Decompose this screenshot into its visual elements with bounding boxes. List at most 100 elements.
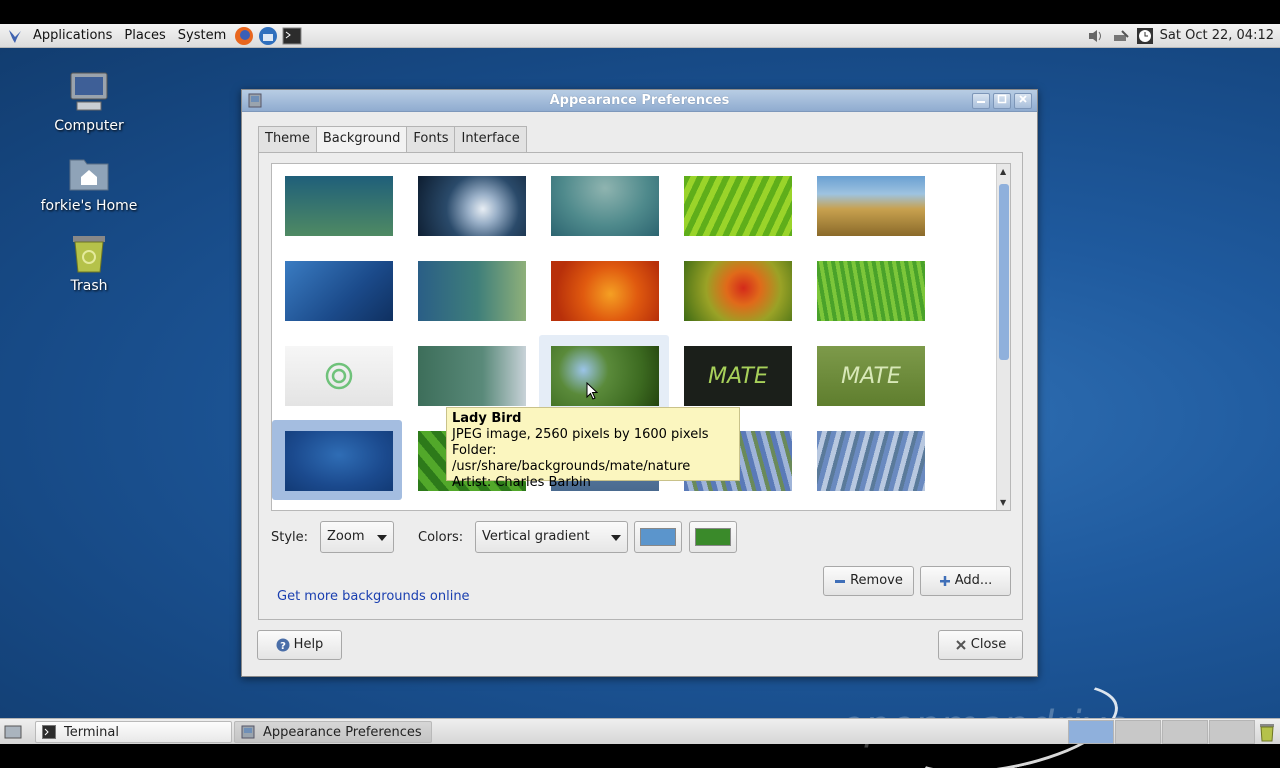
computer-icon xyxy=(67,70,111,114)
top-panel: Applications Places System Sat Oct 22, 0… xyxy=(0,24,1280,48)
thunderbird-icon[interactable] xyxy=(257,25,279,47)
style-dropdown[interactable]: Zoom xyxy=(320,521,394,553)
terminal-icon[interactable] xyxy=(281,25,303,47)
remove-button-label: Remove xyxy=(850,573,903,588)
appearance-preferences-window: Appearance Preferences Theme Background … xyxy=(241,89,1038,677)
colors-label: Colors: xyxy=(418,530,464,545)
workspace-2[interactable] xyxy=(1115,720,1161,744)
desktop-icon-home[interactable]: forkie's Home xyxy=(29,150,149,214)
close-icon xyxy=(956,640,966,650)
screen: openmandriva Applications Places System … xyxy=(0,0,1280,768)
style-dropdown-value: Zoom xyxy=(327,529,365,544)
desktop-icon-computer[interactable]: Computer xyxy=(29,70,149,134)
workspace-4[interactable] xyxy=(1209,720,1255,744)
thumbnail-mate-text: MATE xyxy=(708,363,768,389)
primary-color-swatch xyxy=(640,528,676,546)
window-titlebar[interactable]: Appearance Preferences xyxy=(242,90,1037,112)
firefox-icon[interactable] xyxy=(233,25,255,47)
tooltip-line: Folder: /usr/share/backgrounds/mate/natu… xyxy=(452,443,691,474)
desktop-icon-label: forkie's Home xyxy=(40,198,138,214)
wallpaper-thumbnail[interactable] xyxy=(684,176,792,236)
wallpaper-thumbnail[interactable] xyxy=(418,346,526,406)
tab-interface[interactable]: Interface xyxy=(454,126,527,152)
tooltip-line: Artist: Charles Barbin xyxy=(452,475,591,490)
wallpaper-thumbnail[interactable] xyxy=(418,176,526,236)
help-button[interactable]: ? Help xyxy=(257,630,342,660)
wallpaper-thumbnail[interactable] xyxy=(418,261,526,321)
primary-color-button[interactable] xyxy=(634,521,682,553)
trash-icon xyxy=(67,230,111,274)
secondary-color-button[interactable] xyxy=(689,521,737,553)
remove-button[interactable]: Remove xyxy=(823,566,914,596)
tab-bar: Theme Background Fonts Interface xyxy=(258,126,527,153)
tab-fonts[interactable]: Fonts xyxy=(406,126,456,152)
maximize-button[interactable] xyxy=(993,93,1011,109)
wallpaper-thumbnail[interactable]: MATE xyxy=(684,346,792,406)
wallpaper-thumbnail[interactable] xyxy=(684,261,792,321)
chevron-down-icon xyxy=(377,535,387,541)
gallery-scrollbar[interactable]: ▲ ▼ xyxy=(996,164,1010,510)
wallpaper-thumbnail[interactable] xyxy=(551,261,659,321)
clock[interactable]: Sat Oct 22, 04:12 xyxy=(1160,24,1274,48)
scrollbar-thumb[interactable] xyxy=(999,184,1009,360)
top-letterbox xyxy=(0,0,1280,24)
wallpaper-thumbnail[interactable] xyxy=(817,176,925,236)
wallpaper-thumbnail[interactable]: MATE xyxy=(817,346,925,406)
workspace-3[interactable] xyxy=(1162,720,1208,744)
help-icon: ? xyxy=(276,638,290,652)
wallpaper-thumbnail[interactable] xyxy=(551,176,659,236)
volume-icon[interactable] xyxy=(1086,26,1106,46)
mate-logo-icon xyxy=(325,362,353,390)
colors-dropdown-value: Vertical gradient xyxy=(482,529,590,544)
scroll-down-arrow-icon[interactable]: ▼ xyxy=(1000,498,1006,507)
wallpaper-thumbnail[interactable] xyxy=(285,176,393,236)
wallpaper-thumbnail[interactable] xyxy=(551,346,659,406)
minus-icon xyxy=(835,580,846,583)
colors-dropdown[interactable]: Vertical gradient xyxy=(475,521,628,553)
add-button-label: Add... xyxy=(954,573,993,588)
close-window-button[interactable] xyxy=(1014,93,1032,109)
secondary-color-swatch xyxy=(695,528,731,546)
add-button[interactable]: Add... xyxy=(920,566,1011,596)
menu-places[interactable]: Places xyxy=(118,24,171,48)
taskbar-button-terminal[interactable]: Terminal xyxy=(35,721,232,743)
wallpaper-thumbnail[interactable] xyxy=(285,261,393,321)
desktop-icon-label: Trash xyxy=(70,278,108,294)
wallpaper-thumbnail[interactable] xyxy=(817,261,925,321)
wallpaper-thumbnail[interactable] xyxy=(285,346,393,406)
scroll-up-arrow-icon[interactable]: ▲ xyxy=(1000,167,1006,176)
menu-applications[interactable]: Applications xyxy=(27,24,118,48)
desktop-icon-trash[interactable]: Trash xyxy=(29,230,149,294)
wallpaper-thumbnail[interactable] xyxy=(285,431,393,491)
bottom-panel: Terminal Appearance Preferences xyxy=(0,718,1280,744)
minimize-button[interactable] xyxy=(972,93,990,109)
network-icon[interactable] xyxy=(1111,26,1131,46)
svg-text:?: ? xyxy=(280,641,286,652)
trash-applet-icon[interactable] xyxy=(1257,722,1277,742)
taskbar-button-label: Terminal xyxy=(64,724,119,740)
appearance-icon xyxy=(241,725,255,739)
help-button-label: Help xyxy=(293,637,324,652)
close-button[interactable]: Close xyxy=(938,630,1023,660)
show-desktop-icon[interactable] xyxy=(4,723,22,741)
window-title: Appearance Preferences xyxy=(549,93,730,108)
home-folder-icon xyxy=(67,150,111,194)
menu-system[interactable]: System xyxy=(172,24,232,48)
thumbnail-mate-text: MATE xyxy=(841,363,901,389)
close-button-label: Close xyxy=(970,637,1007,652)
more-backgrounds-link[interactable]: Get more backgrounds online xyxy=(277,589,470,604)
workspace-1[interactable] xyxy=(1068,720,1114,744)
chevron-down-icon xyxy=(611,535,621,541)
terminal-icon xyxy=(42,725,56,739)
wallpaper-tooltip: Lady Bird JPEG image, 2560 pixels by 160… xyxy=(446,407,740,490)
tab-background[interactable]: Background xyxy=(315,126,408,153)
clock-applet-icon[interactable] xyxy=(1135,26,1155,46)
tooltip-line: JPEG image, 2560 pixels by 1600 pixels xyxy=(452,427,709,442)
background-tab-pane: MATE MATE ▲ ▼ Style: Zoom Colors: Vertic… xyxy=(258,152,1023,620)
mouse-pointer-icon xyxy=(586,382,598,400)
main-menu-logo-icon[interactable] xyxy=(4,25,26,47)
tab-theme[interactable]: Theme xyxy=(258,126,317,152)
wallpaper-thumbnail[interactable] xyxy=(817,431,925,491)
taskbar-button-appearance[interactable]: Appearance Preferences xyxy=(234,721,432,743)
taskbar-button-label: Appearance Preferences xyxy=(263,724,422,740)
